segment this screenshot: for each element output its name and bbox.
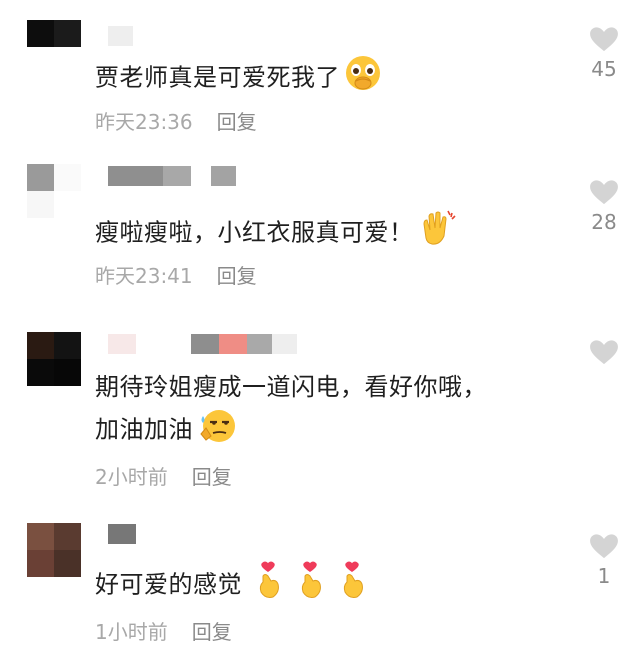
reply-button[interactable]: 回复 bbox=[192, 465, 232, 489]
like-count: 28 bbox=[591, 210, 617, 234]
username-blurred[interactable] bbox=[108, 334, 297, 354]
avatar[interactable] bbox=[27, 164, 81, 218]
comment-meta: 昨天23:36 回复 bbox=[95, 106, 257, 135]
username-blurred[interactable] bbox=[108, 26, 133, 46]
like-count: 45 bbox=[591, 57, 617, 81]
comment-time: 昨天23:36 bbox=[95, 110, 193, 134]
like-button[interactable]: 1 bbox=[584, 533, 624, 588]
avatar[interactable] bbox=[27, 523, 81, 577]
finger-heart-emoji-icon bbox=[254, 560, 284, 611]
like-count: 1 bbox=[597, 564, 611, 588]
reply-button[interactable]: 回复 bbox=[192, 620, 232, 644]
comment-text-line-1: 期待玲姐瘦成一道闪电，看好你哦， bbox=[95, 373, 487, 401]
comment-text: 期待玲姐瘦成一道闪电，看好你哦， 加油加油 bbox=[95, 368, 560, 455]
heart-icon[interactable] bbox=[589, 339, 619, 365]
comment-text: 贾老师真是可爱死我了 bbox=[95, 54, 540, 103]
comment-text-line-2: 加油加油 bbox=[95, 406, 560, 455]
comment-time: 1小时前 bbox=[95, 620, 168, 644]
comment-time: 2小时前 bbox=[95, 465, 168, 489]
reply-button[interactable]: 回复 bbox=[217, 264, 257, 288]
comment-text-content: 加油加油 bbox=[95, 415, 193, 444]
avatar[interactable] bbox=[27, 20, 81, 54]
comment-text-content: 贾老师真是可爱死我了 bbox=[95, 63, 340, 92]
username-blurred[interactable] bbox=[108, 524, 136, 544]
smug-sweat-face-emoji-icon bbox=[197, 406, 237, 455]
comment-text-content: 瘦啦瘦啦，小红衣服真可爱！ bbox=[95, 218, 414, 247]
finger-heart-emoji-icon bbox=[296, 560, 326, 611]
comment-time: 昨天23:41 bbox=[95, 264, 193, 288]
clapping-hands-emoji-icon bbox=[418, 208, 458, 259]
comment-meta: 昨天23:41 回复 bbox=[95, 260, 257, 289]
heart-icon[interactable] bbox=[589, 533, 619, 559]
comment-text: 瘦啦瘦啦，小红衣服真可爱！ bbox=[95, 208, 540, 259]
reply-button[interactable]: 回复 bbox=[217, 110, 257, 134]
hand-over-mouth-emoji-icon bbox=[344, 54, 382, 103]
like-button[interactable]: 45 bbox=[584, 26, 624, 81]
comment-meta: 1小时前 回复 bbox=[95, 616, 232, 645]
heart-icon[interactable] bbox=[589, 26, 619, 52]
username-blurred[interactable] bbox=[108, 166, 236, 186]
heart-icon[interactable] bbox=[589, 179, 619, 205]
avatar[interactable] bbox=[27, 332, 81, 386]
like-button[interactable] bbox=[584, 339, 624, 370]
comment-meta: 2小时前 回复 bbox=[95, 461, 232, 490]
like-button[interactable]: 28 bbox=[584, 179, 624, 234]
finger-heart-emoji-icon bbox=[338, 560, 368, 611]
comment-text: 好可爱的感觉 bbox=[95, 560, 580, 611]
comment-text-content: 好可爱的感觉 bbox=[95, 570, 242, 599]
